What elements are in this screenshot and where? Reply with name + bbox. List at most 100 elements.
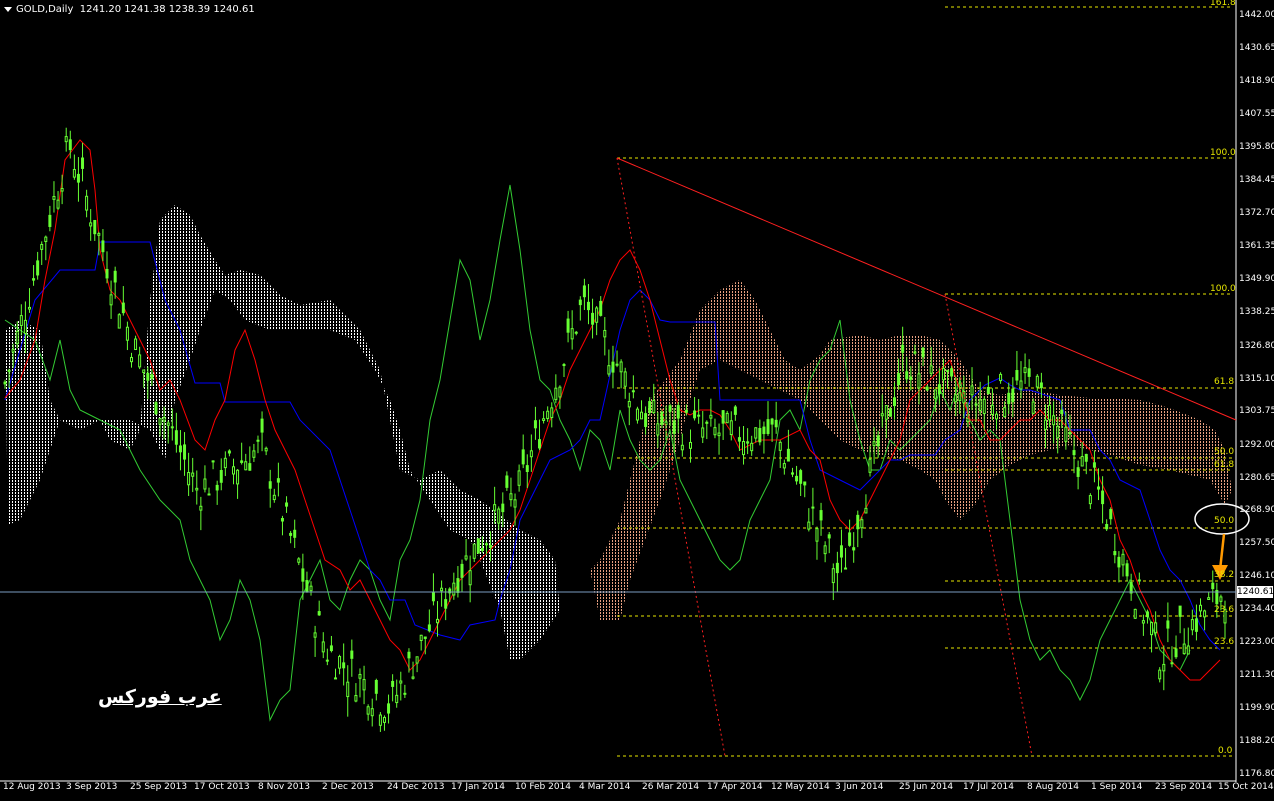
candle-body <box>762 426 766 435</box>
fib-label-23-6-b: 23.6 <box>1214 637 1235 647</box>
candle-body <box>505 475 509 488</box>
y-tick-label: 1442.00 <box>1239 10 1274 20</box>
candle-body <box>411 676 415 679</box>
candle-body <box>460 563 464 578</box>
candle-body <box>909 376 913 380</box>
fib-label-100-a: 100.0 <box>1210 148 1236 158</box>
candle-body <box>1203 610 1207 618</box>
candle-body <box>354 695 358 702</box>
candle-body <box>423 636 427 639</box>
candle-body <box>215 484 219 491</box>
candle-body <box>121 302 125 314</box>
candle-body <box>1141 620 1145 624</box>
candle-body <box>680 444 684 451</box>
candle-body <box>880 413 884 417</box>
candle-body <box>574 331 578 334</box>
candle-body <box>1003 407 1007 418</box>
candle-body <box>782 463 786 469</box>
candle-body <box>346 681 350 698</box>
candle-body <box>892 397 896 407</box>
candle-body <box>758 428 762 443</box>
candle-body <box>554 387 558 401</box>
x-tick-label: 25 Jun 2014 <box>899 782 954 792</box>
y-tick-label: 1395.80 <box>1239 142 1274 152</box>
candle-body <box>648 401 652 413</box>
candle-body <box>501 503 505 513</box>
fib-label-61-8: 61.8 <box>1214 377 1235 387</box>
price-chart[interactable]: GOLD,Daily 1241.20 1241.38 1238.39 1240.… <box>0 0 1274 797</box>
candle-body <box>1084 453 1088 462</box>
candle-body <box>770 418 774 425</box>
candle-body <box>272 494 276 501</box>
candle-body <box>1011 388 1015 403</box>
y-tick-label: 1223.00 <box>1239 637 1274 647</box>
x-tick-label: 17 Oct 2013 <box>194 782 250 792</box>
candle-body <box>252 450 256 458</box>
candle-body <box>378 714 382 726</box>
candle-body <box>105 268 109 279</box>
y-tick-label: 1176.80 <box>1239 769 1274 779</box>
y-tick-label: 1418.90 <box>1239 76 1274 86</box>
candle-body <box>219 470 223 483</box>
candle-body <box>350 650 354 659</box>
candle-body <box>1194 618 1198 632</box>
candle-body <box>815 528 819 542</box>
candle-body <box>174 430 178 445</box>
candle-body <box>729 420 733 436</box>
candle-body <box>1052 415 1056 426</box>
candle-body <box>52 196 56 200</box>
candle-body <box>15 330 19 345</box>
candle-body <box>329 645 333 652</box>
candle-body <box>1048 404 1052 421</box>
candle-body <box>933 389 937 399</box>
candle-body <box>1109 509 1113 520</box>
candle-body <box>982 398 986 415</box>
candle-body <box>1170 662 1174 665</box>
candle-body <box>256 439 260 442</box>
x-tick-label: 12 Aug 2013 <box>3 782 61 792</box>
x-tick-label: 15 Oct 2014 <box>1218 782 1274 792</box>
candle-body <box>162 416 166 422</box>
candle-body <box>436 618 440 624</box>
candle-body <box>166 422 170 426</box>
candle-body <box>240 460 244 463</box>
chart-canvas[interactable] <box>0 0 1274 797</box>
x-tick-label: 26 Mar 2014 <box>642 782 700 792</box>
candle-body <box>513 499 517 508</box>
candle-body <box>835 562 839 574</box>
candle-body <box>178 445 182 453</box>
candle-body <box>1186 645 1190 655</box>
candle-body <box>248 463 252 471</box>
candle-body <box>313 632 317 638</box>
candle-body <box>125 326 129 341</box>
candle-body <box>1035 375 1039 388</box>
candle-body <box>558 386 562 398</box>
candle-body <box>317 611 321 616</box>
candle-body <box>652 400 656 414</box>
candle-body <box>676 405 680 419</box>
candle-body <box>803 481 807 486</box>
candle-body <box>1125 563 1129 577</box>
candle-body <box>1190 619 1194 631</box>
candle-body <box>191 472 195 477</box>
candle-body <box>72 169 76 178</box>
candle-body <box>921 347 925 358</box>
candle-body <box>999 373 1003 382</box>
candle-body <box>68 139 72 151</box>
candle-body <box>978 399 982 411</box>
candle-body <box>688 441 692 449</box>
candle-body <box>211 460 215 463</box>
candle-body <box>1199 604 1203 612</box>
candle-body <box>1043 419 1047 430</box>
candle-body <box>860 519 864 529</box>
candle-body <box>966 417 970 423</box>
candle-body <box>839 545 843 558</box>
candle-body <box>856 514 860 530</box>
candle-body <box>684 409 688 413</box>
candle-body <box>493 504 497 511</box>
fib-label-50-b: 50.0 <box>1214 516 1235 526</box>
dropdown-triangle-icon[interactable] <box>4 6 12 12</box>
candle-body <box>236 469 240 485</box>
watermark-text: عرب فوركس <box>98 686 222 708</box>
y-tick-label: 1326.80 <box>1239 341 1274 351</box>
